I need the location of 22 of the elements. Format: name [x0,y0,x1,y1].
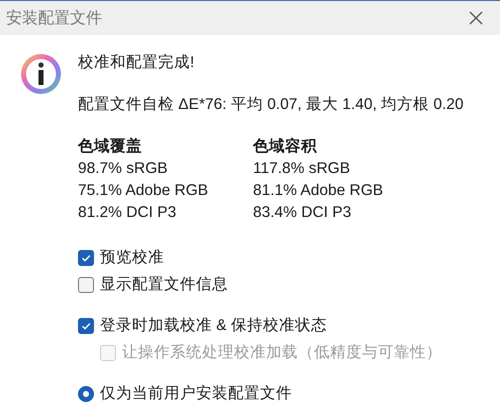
gamut-value: 81.1% Adobe RGB [253,181,384,201]
option-label: 登录时加载校准 & 保持校准状态 [100,316,327,336]
option-label: 显示配置文件信息 [100,275,228,295]
option-label: 仅为当前用户安装配置文件 [100,384,292,404]
close-icon[interactable] [468,10,484,26]
option-label: 让操作系统处理校准加载（低精度与可靠性） [122,343,442,363]
info-icon [20,53,62,95]
message-heading: 校准和配置完成! [78,53,196,73]
gamut-heading: 色域容积 [253,136,318,157]
gamut-heading: 色域覆盖 [78,136,143,157]
checkbox[interactable] [78,318,94,334]
option-label: 预览校准 [100,248,164,268]
self-check-text: 配置文件自检 ΔE*76: 平均 0.07, 最大 1.40, 均方根 0.20 [78,95,464,115]
checkbox[interactable] [78,276,94,292]
gamut-value: 98.7% sRGB [78,159,169,179]
checkbox[interactable] [78,250,94,266]
window-title: 安装配置文件 [6,8,102,28]
gamut-value: 83.4% DCI P3 [253,203,352,223]
gamut-value: 81.2% DCI P3 [78,203,178,223]
radio-button[interactable] [78,386,94,402]
gamut-value: 75.1% Adobe RGB [78,181,210,201]
gamut-value: 117.8% sRGB [253,159,352,179]
